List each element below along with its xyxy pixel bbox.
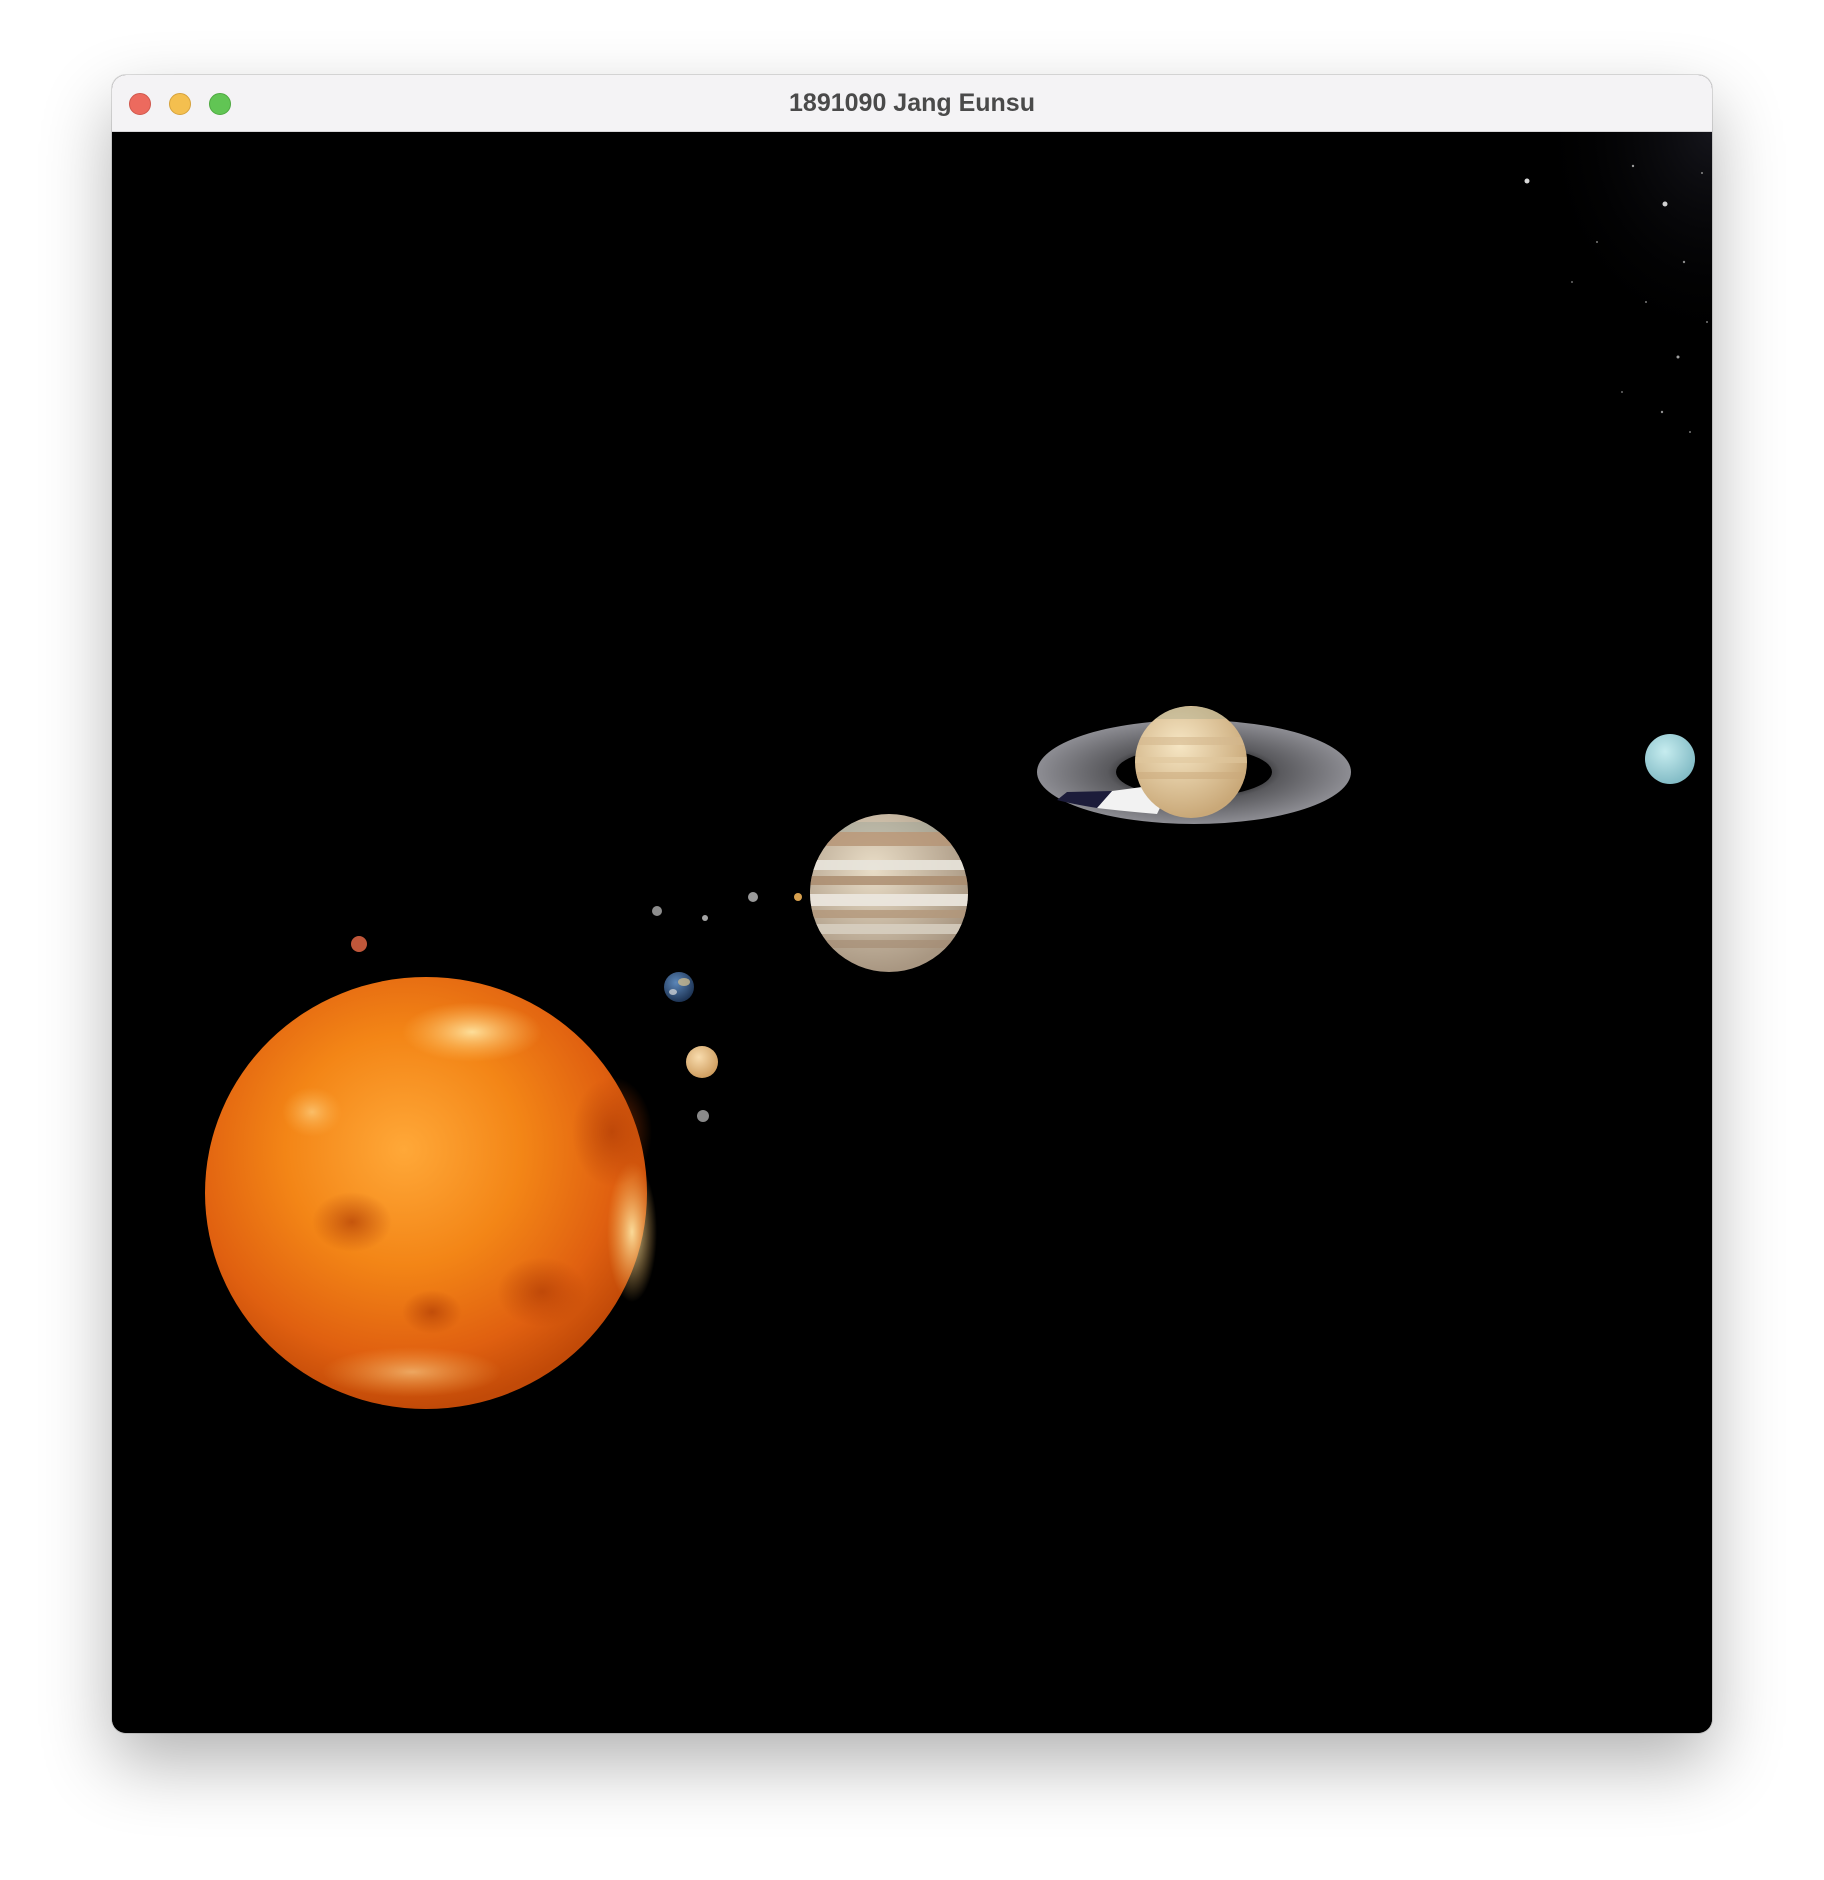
moon-2: [702, 915, 708, 921]
earth-body[interactable]: [664, 972, 694, 1002]
window-title: 1891090 Jang Eunsu: [789, 89, 1035, 117]
moon-1: [652, 906, 662, 916]
moon-4: [794, 893, 802, 901]
app-window: 1891090 Jang Eunsu: [112, 75, 1712, 1733]
venus-body[interactable]: [686, 1046, 718, 1078]
jupiter-body[interactable]: [802, 814, 982, 972]
mars-body[interactable]: [351, 936, 367, 952]
uranus-body[interactable]: [1645, 734, 1695, 784]
starfield: [1412, 132, 1712, 502]
title-bar[interactable]: 1891090 Jang Eunsu: [112, 75, 1712, 132]
moon-3: [748, 892, 758, 902]
sun-body[interactable]: [205, 977, 657, 1409]
mercury-body[interactable]: [697, 1110, 709, 1122]
saturn-body[interactable]: [1037, 706, 1351, 824]
solar-system-scene: [205, 132, 1712, 1409]
render-viewport[interactable]: [112, 132, 1712, 1733]
